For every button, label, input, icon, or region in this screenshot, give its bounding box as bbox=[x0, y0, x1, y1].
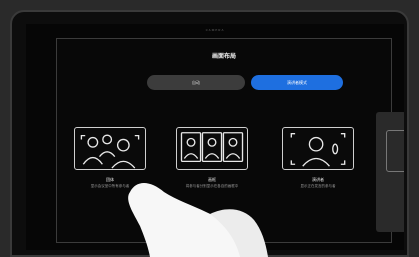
speaker-icon bbox=[290, 133, 346, 167]
tab-auto[interactable]: 自动 bbox=[147, 75, 245, 90]
layout-card-group[interactable] bbox=[74, 127, 146, 170]
card-desc-group: 显示会议室中所有参与者 bbox=[90, 184, 130, 188]
panel-title: 画面布局 bbox=[211, 54, 236, 60]
card-title-frames: 画框 bbox=[208, 177, 216, 182]
group-framing-icon bbox=[80, 134, 140, 169]
card-desc-frames: 将参与者分别显示在各自的画框中 bbox=[185, 184, 239, 188]
frames-icon bbox=[180, 132, 244, 163]
card-title-group: 团体 bbox=[106, 177, 114, 182]
touch-screen: ᴄᴀᴍᴇʀᴀ 画面布局 自动 演讲者模式 团体 显示会议室中所有参与者 画框 将… bbox=[26, 24, 404, 250]
camera-label: ᴄᴀᴍᴇʀᴀ bbox=[205, 27, 225, 32]
layout-card-speaker[interactable] bbox=[282, 127, 354, 170]
device-frame: ᴄᴀᴍᴇʀᴀ 画面布局 自动 演讲者模式 团体 显示会议室中所有参与者 画框 将… bbox=[10, 10, 409, 257]
card-desc-speaker: 显示正在发言的参与者 bbox=[300, 184, 336, 188]
next-card-frame bbox=[386, 130, 404, 172]
next-card-peek[interactable] bbox=[376, 112, 404, 232]
tab-speaker-mode[interactable]: 演讲者模式 bbox=[251, 75, 343, 90]
card-title-speaker: 演讲者 bbox=[312, 177, 324, 182]
layout-card-frames[interactable] bbox=[176, 127, 248, 170]
